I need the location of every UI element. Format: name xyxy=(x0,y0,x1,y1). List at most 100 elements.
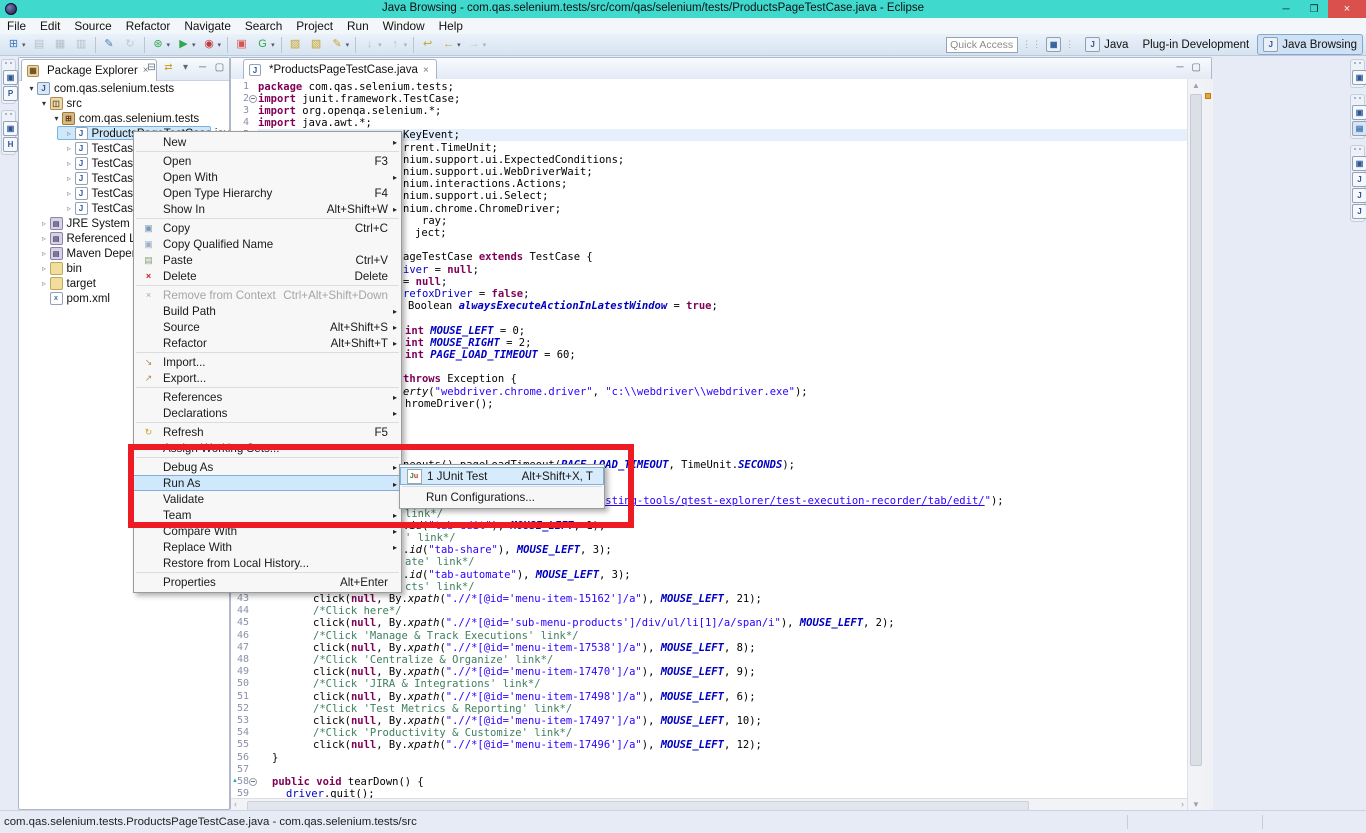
java-file-view-icon[interactable]: J xyxy=(1352,188,1366,203)
tree-collapsed-icon[interactable]: ▹ xyxy=(39,249,50,258)
java-file-view-icon[interactable]: J xyxy=(1352,172,1366,187)
menu-item-import[interactable]: ↘Import... xyxy=(134,354,401,370)
drag-handle-icon[interactable] xyxy=(1354,148,1361,154)
restore-view-icon[interactable]: ▣ xyxy=(1352,156,1366,171)
perspective-plug-in-development[interactable]: Plug-in Development xyxy=(1136,36,1255,54)
editor-tab[interactable]: J *ProductsPageTestCase.java × xyxy=(243,59,437,80)
tree-item-com-qas-selenium-tests[interactable]: ▾⊞com.qas.selenium.tests xyxy=(19,111,229,126)
menu-item-paste[interactable]: ▤PasteCtrl+V xyxy=(134,252,401,268)
tree-collapsed-icon[interactable]: ▹ xyxy=(39,264,50,273)
tree-item-src[interactable]: ▾◫src xyxy=(19,96,229,111)
menu-window[interactable]: Window xyxy=(376,18,432,34)
perspective-java-browsing[interactable]: JJava Browsing xyxy=(1257,34,1363,55)
menu-navigate[interactable]: Navigate xyxy=(177,18,238,34)
drag-handle-icon[interactable] xyxy=(5,62,12,68)
restore-view-icon[interactable]: ▣ xyxy=(1352,70,1366,85)
console-view-icon[interactable]: ▤ xyxy=(1352,121,1366,136)
scroll-right-icon[interactable]: › xyxy=(1181,799,1184,809)
launch-group-button[interactable]: G▾ xyxy=(253,36,277,54)
editor-maximize-icon[interactable]: ▢ xyxy=(1192,62,1201,73)
fold-collapse-icon[interactable] xyxy=(249,778,257,786)
launch-group-dropdown-icon[interactable]: ▾ xyxy=(271,41,275,49)
menu-refactor[interactable]: Refactor xyxy=(119,18,178,34)
tree-collapsed-icon[interactable]: ▹ xyxy=(39,219,50,228)
tree-expanded-icon[interactable]: ▾ xyxy=(39,99,50,108)
menu-item-assign-working-sets[interactable]: Assign Working Sets... xyxy=(134,440,401,456)
fold-collapse-icon[interactable] xyxy=(249,95,257,103)
previous-annotation-dropdown-icon[interactable]: ▾ xyxy=(404,41,408,49)
link-with-editor-icon[interactable]: ⇄ xyxy=(162,62,175,73)
close-button[interactable]: × xyxy=(1328,0,1366,18)
coverage-button[interactable]: ▣ xyxy=(232,36,251,54)
tree-collapsed-icon[interactable]: ▹ xyxy=(64,174,75,183)
external-tools-dropdown-icon[interactable]: ▾ xyxy=(218,41,222,49)
menu-item-restore-from-local-history[interactable]: Restore from Local History... xyxy=(134,555,401,571)
scroll-up-icon[interactable]: ▲ xyxy=(1188,81,1204,90)
menu-item-copy-qualified-name[interactable]: ▣Copy Qualified Name xyxy=(134,236,401,252)
java-search-button[interactable]: ✎▾ xyxy=(328,36,352,54)
restore-view-icon[interactable]: ▣ xyxy=(3,121,18,136)
menu-item-source[interactable]: SourceAlt+Shift+S▸ xyxy=(134,319,401,335)
open-package-button[interactable]: ▧ xyxy=(307,36,326,54)
last-edit-location-button[interactable]: ↩ xyxy=(418,36,437,54)
package-explorer-view-icon[interactable]: P xyxy=(3,86,18,101)
next-annotation-dropdown-icon[interactable]: ▾ xyxy=(378,41,382,49)
back-dropdown-icon[interactable]: ▾ xyxy=(457,41,461,49)
debug-button[interactable]: ⊛▾ xyxy=(149,36,173,54)
minimize-button[interactable]: ─ xyxy=(1272,0,1300,18)
vertical-scroll-thumb[interactable] xyxy=(1190,94,1202,766)
restore-view-icon[interactable]: ▣ xyxy=(1352,105,1366,120)
menu-run[interactable]: Run xyxy=(340,18,376,34)
maximize-button[interactable]: ❐ xyxy=(1300,0,1328,18)
drag-handle-icon[interactable] xyxy=(5,113,12,119)
tree-collapsed-icon[interactable]: ▹ xyxy=(39,279,50,288)
menu-item-compare-with[interactable]: Compare With▸ xyxy=(134,523,401,539)
menu-item-delete[interactable]: ×DeleteDelete xyxy=(134,268,401,284)
open-perspective-icon[interactable]: ▦ xyxy=(1046,37,1061,52)
tree-collapsed-icon[interactable]: ▹ xyxy=(64,204,75,213)
tree-expanded-icon[interactable]: ▾ xyxy=(26,84,37,93)
menu-edit[interactable]: Edit xyxy=(33,18,67,34)
maximize-icon[interactable]: ▢ xyxy=(213,62,226,73)
drag-handle-icon[interactable] xyxy=(1354,97,1361,103)
package-explorer-tab[interactable]: ▦ Package Explorer × xyxy=(21,59,157,81)
tree-item-com-qas-selenium-tests[interactable]: ▾Jcom.qas.selenium.tests xyxy=(19,81,229,96)
menu-source[interactable]: Source xyxy=(67,18,118,34)
scroll-left-icon[interactable]: ‹ xyxy=(234,799,237,809)
menu-item-refresh[interactable]: ↻RefreshF5 xyxy=(134,424,401,440)
menu-item-run-as[interactable]: Run As▸ xyxy=(134,475,401,491)
menu-item-new[interactable]: New▸ xyxy=(134,134,401,150)
menu-item-refactor[interactable]: RefactorAlt+Shift+T▸ xyxy=(134,335,401,351)
tree-collapsed-icon[interactable]: ▹ xyxy=(64,144,75,153)
menu-item-export[interactable]: ↗Export... xyxy=(134,370,401,386)
perspective-java[interactable]: JJava xyxy=(1079,34,1134,55)
java-file-view-icon[interactable]: J xyxy=(1352,204,1366,219)
menu-file[interactable]: File xyxy=(0,18,33,34)
menu-item-copy[interactable]: ▣CopyCtrl+C xyxy=(134,220,401,236)
submenu-item-run-configurations[interactable]: Run Configurations... xyxy=(400,488,604,506)
quick-access-input[interactable] xyxy=(946,37,1018,53)
new-wizard-button[interactable]: ⊞▾ xyxy=(4,36,28,54)
menu-item-build-path[interactable]: Build Path▸ xyxy=(134,303,401,319)
menu-item-replace-with[interactable]: Replace With▸ xyxy=(134,539,401,555)
tree-collapsed-icon[interactable]: ▹ xyxy=(64,159,75,168)
menu-item-show-in[interactable]: Show InAlt+Shift+W▸ xyxy=(134,201,401,217)
drag-handle-icon[interactable] xyxy=(1354,62,1361,68)
menu-item-declarations[interactable]: Declarations▸ xyxy=(134,405,401,421)
menu-item-references[interactable]: References▸ xyxy=(134,389,401,405)
external-tools-button[interactable]: ◉▾ xyxy=(200,36,224,54)
new-wizard-dropdown-icon[interactable]: ▾ xyxy=(22,41,26,49)
tree-collapsed-icon[interactable]: ▹ xyxy=(39,234,50,243)
type-hierarchy-view-icon[interactable]: H xyxy=(3,137,18,152)
tree-collapsed-icon[interactable]: ▹ xyxy=(64,129,75,138)
scroll-down-icon[interactable]: ▼ xyxy=(1188,800,1204,809)
editor-minimize-icon[interactable]: ─ xyxy=(1176,62,1183,73)
menu-project[interactable]: Project xyxy=(289,18,340,34)
open-task-button[interactable]: ✎ xyxy=(100,36,119,54)
minimize-icon[interactable]: ─ xyxy=(196,62,209,73)
menu-item-properties[interactable]: PropertiesAlt+Enter xyxy=(134,574,401,590)
tree-expanded-icon[interactable]: ▾ xyxy=(51,114,62,123)
editor-tab-close-icon[interactable]: × xyxy=(423,65,429,76)
forward-dropdown-icon[interactable]: ▾ xyxy=(483,41,487,49)
tree-collapsed-icon[interactable]: ▹ xyxy=(64,189,75,198)
